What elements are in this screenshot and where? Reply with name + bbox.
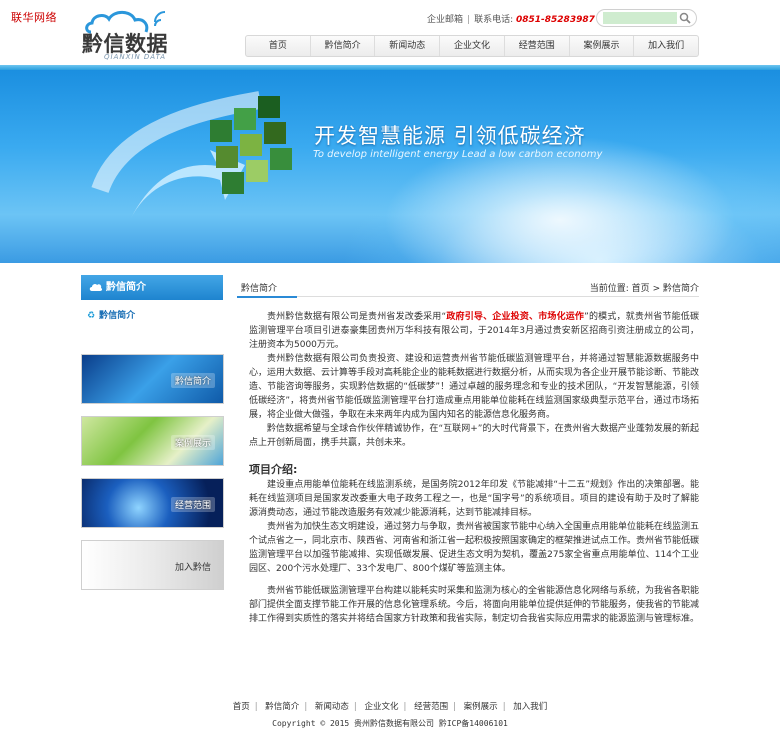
paragraph: 贵州黔信数据有限公司负责投资、建设和运营贵州省节能低碳监测管理平台，并将通过智慧… bbox=[249, 354, 700, 420]
page-title: 黔信简介 bbox=[241, 284, 278, 294]
nav-news[interactable]: 新闻动态 bbox=[374, 36, 439, 56]
footer-link-join[interactable]: 加入我们 bbox=[513, 702, 547, 712]
paragraph: 建设重点用能单位能耗在线监测系统，是国务院2012年印发《节能减排“十二五”规划… bbox=[249, 480, 699, 518]
breadcrumb-home[interactable]: 首页 bbox=[632, 284, 650, 294]
footer-divider: | bbox=[453, 702, 456, 712]
paragraph: 黔信数据希望与全球合作伙伴精诚协作，在“互联网+”的大时代背景下，在贵州省大数据… bbox=[249, 424, 699, 448]
main-nav: 首页 黔信简介 新闻动态 企业文化 经营范围 案例展示 加入我们 bbox=[245, 35, 699, 57]
corner-site-label: 联华网络 bbox=[11, 11, 57, 24]
hero-banner: 开发智慧能源 引领低碳经济 To develop intelligent ene… bbox=[0, 70, 780, 263]
breadcrumb-separator: > bbox=[652, 284, 661, 294]
footer-link-culture[interactable]: 企业文化 bbox=[364, 702, 398, 712]
sidebar-heading-label: 黔信简介 bbox=[106, 282, 146, 293]
search-icon[interactable] bbox=[679, 12, 691, 24]
footer-nav: 首页 | 黔信简介 | 新闻动态 | 企业文化 | 经营范围 | 案例展示 | 加入我们 bbox=[0, 700, 780, 712]
phone-label: 联系电话: bbox=[474, 15, 514, 25]
paragraph: 贵州黔信数据有限公司是贵州省发改委采用“政府引导、企业投资、市场化运作”的模式，… bbox=[249, 310, 699, 352]
copyright: Copyright © 2015 贵州黔信数据有限公司 黔ICP备1400610… bbox=[272, 719, 508, 728]
footer-link-scope[interactable]: 经营范围 bbox=[414, 702, 448, 712]
breadcrumb: 当前位置: 首页 > 黔信简介 bbox=[590, 281, 699, 294]
sidebar-item-about[interactable]: ♻ 黔信简介 bbox=[87, 308, 135, 321]
divider-accent bbox=[237, 296, 297, 298]
main-content: 贵州黔信数据有限公司是贵州省发改委采用“政府引导、企业投资、市场化运作”的模式，… bbox=[249, 310, 699, 626]
company-mail-link[interactable]: 企业邮箱 bbox=[427, 15, 463, 25]
breadcrumb-current[interactable]: 黔信简介 bbox=[663, 284, 699, 294]
footer-link-about[interactable]: 黔信简介 bbox=[265, 702, 299, 712]
text: 贵州黔信数据有限公司是贵州省发改委采用“ bbox=[267, 312, 447, 322]
logo-subtitle: QIANXIN DATA bbox=[104, 53, 167, 61]
cloud-icon bbox=[89, 283, 103, 291]
paragraph: 贵州省节能低碳监测管理平台构建以能耗实时采集和监测为核心的全省能源信息化网络与系… bbox=[249, 586, 700, 624]
nav-cases[interactable]: 案例展示 bbox=[568, 36, 634, 56]
footer-link-cases[interactable]: 案例展示 bbox=[464, 702, 498, 712]
nav-about[interactable]: 黔信简介 bbox=[309, 36, 375, 56]
divider bbox=[237, 296, 699, 297]
banner-subtitle: To develop intelligent energy Lead a low… bbox=[313, 149, 603, 160]
recycle-icon: ♻ bbox=[87, 311, 96, 321]
sidebar-item-label: 黔信简介 bbox=[99, 311, 136, 321]
sidebar-button-label: 黔信简介 bbox=[170, 373, 215, 388]
top-divider: | bbox=[467, 15, 471, 25]
breadcrumb-label: 当前位置: bbox=[589, 284, 629, 294]
nav-join[interactable]: 加入我们 bbox=[633, 36, 698, 56]
footer-link-news[interactable]: 新闻动态 bbox=[315, 702, 349, 712]
sidebar-button-label: 加入黔信 bbox=[174, 563, 211, 573]
sidebar-button-label: 经营范围 bbox=[170, 497, 215, 512]
footer-divider: | bbox=[403, 702, 407, 712]
logo[interactable]: 黔信数据 QIANXIN DATA bbox=[80, 6, 190, 62]
sidebar-heading: 黔信简介 bbox=[81, 275, 223, 300]
cube-graphic bbox=[91, 91, 292, 220]
nav-culture[interactable]: 企业文化 bbox=[439, 36, 504, 56]
nav-scope[interactable]: 经营范围 bbox=[503, 36, 569, 56]
section-heading: 项目介绍: bbox=[249, 463, 298, 476]
sidebar-button-scope[interactable]: 经营范围 bbox=[81, 478, 224, 528]
footer-link-home[interactable]: 首页 bbox=[233, 702, 250, 712]
footer-divider: | bbox=[254, 702, 258, 712]
phone-number: 0851-85283987 bbox=[515, 15, 595, 25]
footer-divider: | bbox=[502, 702, 506, 712]
footer-divider: | bbox=[353, 702, 357, 712]
sidebar-button-about[interactable]: 黔信简介 bbox=[81, 354, 224, 404]
nav-home[interactable]: 首页 bbox=[246, 36, 310, 56]
search-box bbox=[596, 9, 697, 27]
paragraph: 贵州省为加快生态文明建设，通过努力与争取，贵州省被国家节能中心纳入全国重点用能单… bbox=[249, 522, 700, 574]
sidebar-button-cases[interactable]: 案例展示 bbox=[81, 416, 224, 466]
banner-title: 开发智慧能源 引领低碳经济 bbox=[314, 124, 586, 148]
sidebar-button-label: 案例展示 bbox=[170, 435, 215, 450]
highlight-text: 政府引导、企业投资、市场化运作 bbox=[446, 312, 585, 322]
search-input[interactable] bbox=[603, 12, 677, 24]
footer-divider: | bbox=[304, 702, 308, 712]
sidebar-button-join[interactable]: 加入黔信 bbox=[81, 540, 224, 590]
top-links: 企业邮箱 | 联系电话: 0851-85283987 bbox=[427, 12, 595, 25]
